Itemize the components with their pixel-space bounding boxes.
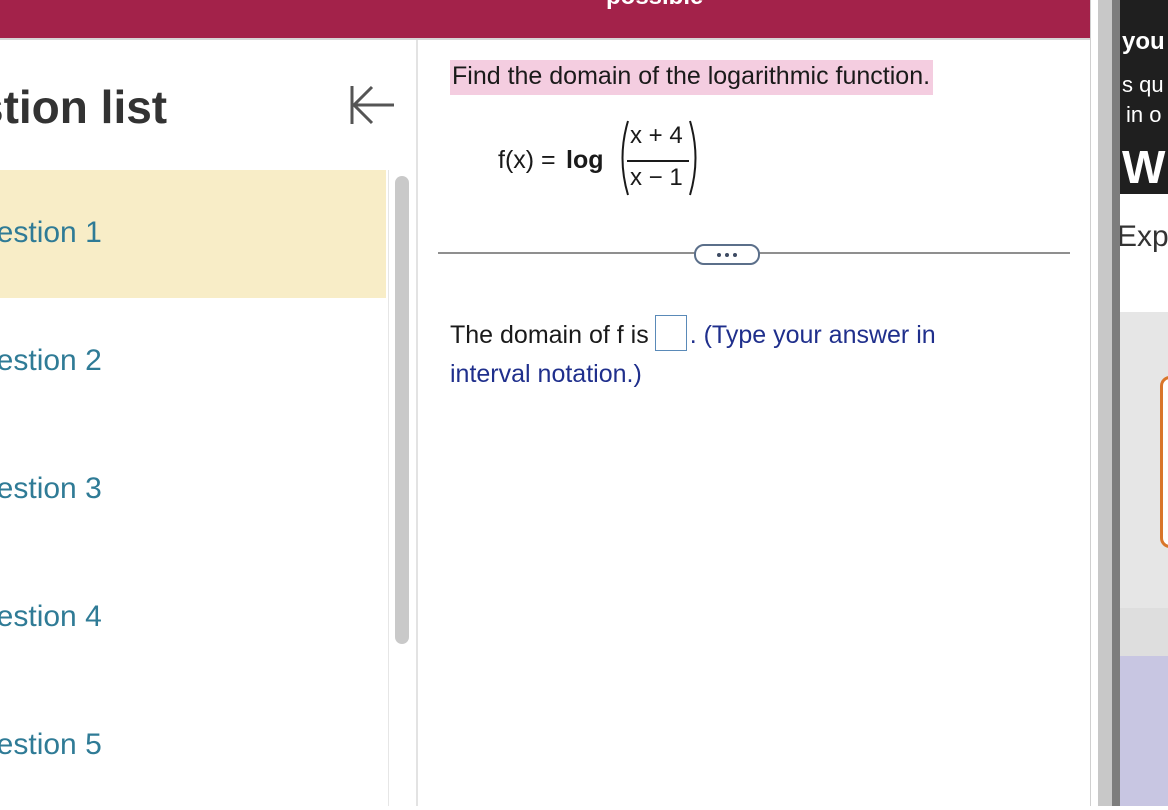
ellipsis-icon [717,252,721,257]
header-partial-text: possible [606,0,703,11]
question-label: uestion 5 [0,728,102,761]
collapse-left-icon [350,85,394,125]
formula-log: log [566,146,604,174]
right-panel-band [1120,608,1168,656]
right-panel-text-line2: in o [1126,102,1162,127]
question-list: uestion 1 uestion 2 uestion 3 uestion 4 … [0,170,386,810]
question-list-item-5[interactable]: uestion 5 [0,682,386,810]
question-list-item-4[interactable]: uestion 4 [0,554,386,682]
formula-numerator: x + 4 [630,122,683,149]
more-options-button[interactable] [694,244,760,265]
question-list-title: stion list [0,81,168,133]
question-content: Find the domain of the logarithmic funct… [418,40,1090,806]
right-panel-lavender-section [1120,656,1168,806]
top-header-bar: possible [0,0,1090,38]
collapse-panel-button[interactable] [344,82,396,128]
window-gutter [1098,0,1112,806]
window-gutter-edge [1112,0,1120,806]
right-side-panel: you s qu in o W Exp [1120,0,1168,806]
question-prompt: Find the domain of the logarithmic funct… [450,60,934,95]
formula-denominator: x − 1 [630,164,683,191]
left-paren-icon [621,120,629,196]
question-list-scrollbar-thumb[interactable] [395,176,409,644]
function-formula: f(x) = log x + 4 x − 1 [498,118,738,198]
question-label: uestion 2 [0,344,102,377]
right-panel-text-exp: Exp [1120,220,1168,253]
answer-statement: The domain of f is. (Type your answer in… [450,315,1010,394]
question-label: uestion 4 [0,600,102,633]
fraction-bar [627,160,689,162]
answer-input-box[interactable] [654,315,687,352]
question-list-item-3[interactable]: uestion 3 [0,426,386,554]
question-list-item-2[interactable]: uestion 2 [0,298,386,426]
question-list-item-1[interactable]: uestion 1 [0,170,386,298]
formula-lhs: f(x) = [498,146,556,174]
right-paren-icon [689,120,697,196]
right-panel-text-you: you [1122,28,1165,55]
right-panel-orange-button[interactable] [1160,376,1168,548]
right-panel-text-line1: s qu [1122,72,1164,97]
question-label: uestion 1 [0,216,102,249]
question-label: uestion 3 [0,472,102,505]
answer-prefix: The domain of f is [450,321,649,349]
right-panel-text-w: W [1122,141,1166,193]
